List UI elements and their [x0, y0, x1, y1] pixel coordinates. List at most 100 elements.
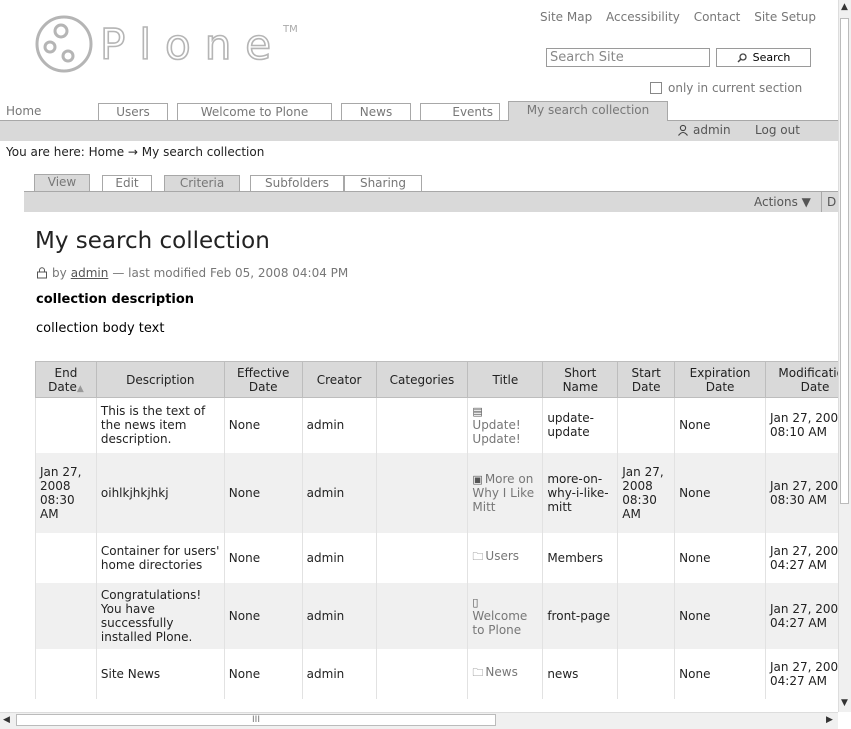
cell-expiration-date: None — [674, 648, 767, 699]
cell-short-name: more-on-why-i-like-mitt — [542, 452, 619, 533]
tab-users[interactable]: Users — [98, 103, 168, 120]
cell-title[interactable]: ▣ More on Why I Like Mitt — [467, 452, 544, 533]
cell-description: Container for users' home directories — [95, 532, 225, 583]
column-header-end-date[interactable]: End Date▲ — [35, 361, 97, 398]
cell-title[interactable]: ▤ Update! Update! — [467, 397, 544, 453]
folder-icon: 🗀 — [472, 666, 484, 679]
contact-link[interactable]: Contact — [694, 10, 741, 24]
tab-home[interactable]: Home — [2, 103, 62, 120]
plone-logo[interactable]: Plone TM — [35, 14, 335, 74]
breadcrumb-arrow: → — [127, 145, 138, 159]
cell-expiration-date: None — [674, 582, 767, 649]
sort-ascending-icon: ▲ — [76, 383, 84, 394]
scroll-left-arrow-icon[interactable]: ◀ — [3, 715, 10, 725]
cell-description: Congratulations! You have successfully i… — [95, 582, 225, 649]
column-header-short-name[interactable]: Short Name — [542, 361, 619, 398]
content-actions-bar — [24, 191, 838, 212]
column-header-creator[interactable]: Creator — [301, 361, 377, 398]
title-link[interactable]: Users — [485, 549, 519, 563]
column-header-description[interactable]: Description — [95, 361, 225, 398]
table-row: Congratulations! You have successfully i… — [35, 582, 838, 649]
column-header-expiration-date[interactable]: Expiration Date — [674, 361, 767, 398]
title-link[interactable]: Update! Update! — [472, 418, 520, 446]
horizontal-scroll-thumb[interactable]: III — [16, 714, 496, 726]
cell-short-name: front-page — [542, 582, 619, 649]
breadcrumb-current: My search collection — [141, 145, 265, 159]
tab-my-search-collection[interactable]: My search collection — [508, 101, 668, 121]
cell-end-date — [35, 532, 97, 583]
tab-edit[interactable]: Edit — [102, 175, 152, 191]
column-header-categories[interactable]: Categories — [375, 361, 469, 398]
search-button[interactable]: Search — [716, 48, 811, 67]
author-link[interactable]: admin — [71, 266, 109, 280]
logout-link[interactable]: Log out — [755, 123, 800, 137]
logo-tm: TM — [282, 24, 298, 35]
cell-start-date — [617, 532, 676, 583]
cell-title[interactable]: 🗀 News — [467, 648, 544, 699]
column-header-title[interactable]: Title — [467, 361, 544, 398]
event-icon: ▣ — [472, 472, 483, 486]
cell-start-date — [617, 648, 676, 699]
tab-welcome-to-plone[interactable]: Welcome to Plone — [177, 103, 332, 120]
browser-viewport: Plone TM Site Map Accessibility Contact … — [0, 0, 838, 712]
cell-start-date — [617, 397, 676, 453]
folder-icon: 🗀 — [472, 550, 484, 563]
cell-end-date: Jan 27, 2008 08:30 AM — [35, 452, 97, 533]
cell-categories — [375, 582, 469, 649]
scroll-right-arrow-icon[interactable]: ▶ — [826, 715, 833, 725]
user-menu[interactable]: admin — [677, 123, 731, 137]
site-map-link[interactable]: Site Map — [540, 10, 592, 24]
column-header-modification-date[interactable]: Modification Date — [765, 361, 838, 398]
cell-categories — [375, 532, 469, 583]
table-row: Container for users' home directories No… — [35, 532, 838, 583]
tab-view[interactable]: View — [34, 174, 90, 191]
title-link[interactable]: News — [485, 665, 517, 679]
display-menu[interactable]: D — [827, 195, 836, 209]
cell-modification-date: Jan 27, 2008 08:30 AM — [765, 452, 838, 533]
cell-short-name: Members — [542, 532, 619, 583]
column-header-effective-date[interactable]: Effective Date — [223, 361, 303, 398]
scroll-down-arrow-icon[interactable]: ▼ — [841, 698, 848, 708]
site-setup-link[interactable]: Site Setup — [754, 10, 816, 24]
cell-expiration-date: None — [674, 397, 767, 453]
cell-effective-date: None — [223, 582, 303, 649]
tab-criteria[interactable]: Criteria — [164, 175, 240, 192]
byline-by: by — [52, 266, 67, 280]
cell-creator: admin — [301, 648, 377, 699]
cell-categories — [375, 648, 469, 699]
tab-events[interactable]: Events — [420, 103, 500, 120]
tab-subfolders[interactable]: Subfolders — [250, 175, 344, 191]
table-header-row: End Date▲ Description Effective Date Cre… — [35, 361, 838, 398]
magnifier-icon — [737, 52, 747, 63]
tab-sharing[interactable]: Sharing — [344, 175, 422, 191]
page-title: My search collection — [35, 228, 270, 254]
cell-categories — [375, 397, 469, 453]
cell-description: oihlkjhkjhkj — [95, 452, 225, 533]
breadcrumb-home[interactable]: Home — [89, 145, 124, 159]
byline-modified: — last modified Feb 05, 2008 04:04 PM — [112, 266, 349, 280]
actions-separator — [821, 192, 822, 212]
logo-text: Plone — [100, 20, 285, 69]
cell-title[interactable]: ▯ Welcome to Plone — [467, 582, 544, 649]
site-actions: Site Map Accessibility Contact Site Setu… — [530, 10, 816, 24]
news-item-icon: ▤ — [472, 405, 483, 419]
cell-start-date: Jan 27, 2008 08:30 AM — [617, 452, 676, 533]
cell-start-date — [617, 582, 676, 649]
cell-title[interactable]: 🗀 Users — [467, 532, 544, 583]
table-row: Site News None admin 🗀 News news None Jan… — [35, 648, 838, 699]
cell-modification-date: Jan 27, 2008 08:10 AM — [765, 397, 838, 453]
collection-body: collection body text — [36, 321, 165, 336]
lock-icon — [37, 267, 47, 279]
breadcrumb: You are here: Home → My search collectio… — [6, 145, 264, 159]
actions-menu[interactable]: Actions ▼ — [754, 195, 811, 209]
title-link[interactable]: Welcome to Plone — [472, 609, 527, 637]
cell-end-date — [35, 582, 97, 649]
vertical-scroll-thumb[interactable] — [840, 18, 849, 504]
search-input[interactable]: Search Site — [546, 48, 710, 67]
current-section-checkbox[interactable] — [650, 82, 662, 94]
tab-news[interactable]: News — [341, 103, 411, 120]
accessibility-link[interactable]: Accessibility — [606, 10, 680, 24]
scroll-up-arrow-icon[interactable]: ▲ — [841, 2, 848, 12]
column-header-start-date[interactable]: Start Date — [617, 361, 676, 398]
byline: by admin — last modified Feb 05, 2008 04… — [36, 266, 348, 280]
